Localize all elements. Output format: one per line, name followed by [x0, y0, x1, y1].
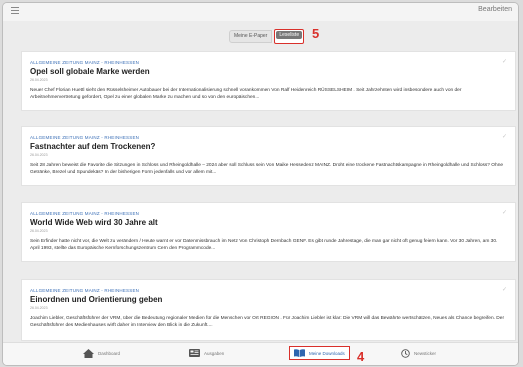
tab-dashboard[interactable]: Dashboard: [83, 349, 120, 358]
checkmark-icon[interactable]: ✓: [502, 133, 507, 140]
tab-my-downloads[interactable]: Meine Downloads: [289, 346, 350, 360]
edit-button[interactable]: Bearbeiten: [478, 6, 512, 13]
article-title[interactable]: Einordnen und Orientierung geben: [30, 295, 507, 304]
newspaper-icon: [189, 349, 200, 357]
app-window: Bearbeiten Meine E-Paper Leseliste 5 All…: [2, 2, 519, 366]
clock-icon: [401, 349, 410, 358]
article-source: Allgemeine Zeitung Mainz - Rheinhessen: [30, 60, 140, 65]
article-date: 26.04.2023: [30, 306, 48, 310]
tab-issues[interactable]: Ausgaben: [189, 349, 224, 357]
article-source: Allgemeine Zeitung Mainz - Rheinhessen: [30, 135, 140, 140]
article-card[interactable]: Allgemeine Zeitung Mainz - Rheinhessen E…: [21, 279, 516, 341]
article-title[interactable]: World Wide Web wird 30 Jahre alt: [30, 218, 507, 227]
article-title[interactable]: Fastnachter auf dem Trockenen?: [30, 142, 507, 151]
article-teaser: Neuer Chef Florian Huettl sieht den Rüss…: [30, 88, 462, 100]
tab-reading-list[interactable]: Leseliste: [276, 31, 303, 39]
article-date: 26.04.2023: [30, 229, 48, 233]
article-source: Allgemeine Zeitung Mainz - Rheinhessen: [30, 288, 140, 293]
tab-dashboard-label: Dashboard: [98, 351, 121, 356]
article-card[interactable]: Allgemeine Zeitung Mainz - Rheinhessen F…: [21, 126, 516, 186]
top-bar: Bearbeiten: [3, 3, 518, 21]
tab-reading-list-highlight[interactable]: Leseliste: [274, 29, 305, 44]
checkmark-icon[interactable]: ✓: [502, 58, 507, 65]
bottom-tab-bar: Dashboard Ausgaben Meine Downloads Newst…: [3, 342, 518, 365]
article-teaser: Joachim Liebler, Geschäftsführer der VRM…: [30, 316, 505, 328]
article-card[interactable]: Allgemeine Zeitung Mainz - Rheinhessen O…: [21, 51, 516, 111]
checkmark-icon[interactable]: ✓: [502, 286, 507, 293]
tab-newsticker-label: Newsticker: [414, 351, 437, 356]
tab-my-downloads-label: Meine Downloads: [309, 350, 345, 356]
callout-number-5: 5: [312, 26, 320, 41]
hamburger-menu-icon[interactable]: [11, 7, 19, 14]
article-teaser: Sein Erfinder hatte nicht vor, die Welt …: [30, 239, 498, 251]
article-source: Allgemeine Zeitung Mainz - Rheinhessen: [30, 211, 140, 216]
article-title[interactable]: Opel soll globale Marke werden: [30, 67, 507, 76]
article-card[interactable]: Allgemeine Zeitung Mainz - Rheinhessen W…: [21, 202, 516, 262]
tab-newsticker[interactable]: Newsticker: [401, 349, 436, 358]
home-icon: [83, 349, 94, 358]
callout-number-4: 4: [357, 349, 365, 364]
open-book-icon: [294, 349, 305, 357]
checkmark-icon[interactable]: ✓: [502, 209, 507, 216]
tab-my-epaper[interactable]: Meine E-Paper: [229, 30, 273, 43]
article-teaser: Seit 28 Jahren beweist die Favorite die …: [30, 163, 504, 175]
article-date: 26.04.2023: [30, 78, 48, 82]
article-date: 26.04.2023: [30, 153, 48, 157]
tab-issues-label: Ausgaben: [204, 350, 225, 356]
view-switcher: Meine E-Paper Leseliste: [229, 29, 305, 44]
